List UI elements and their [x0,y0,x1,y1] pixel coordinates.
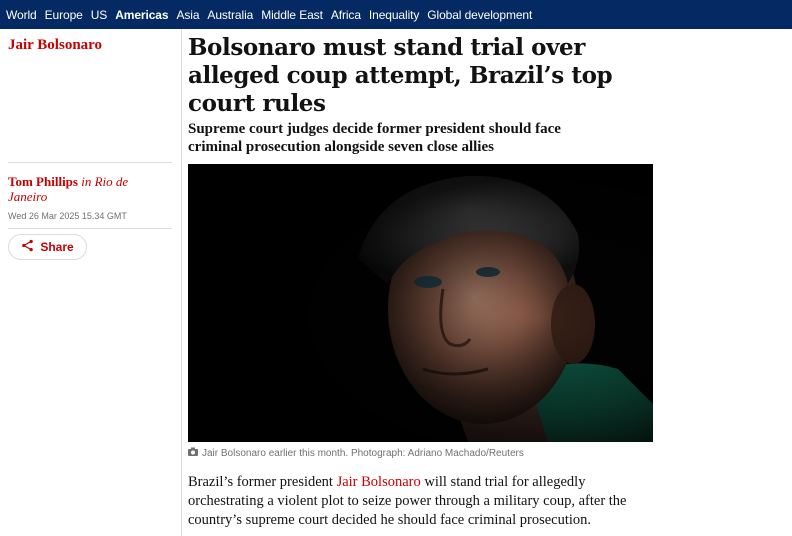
section-title-link[interactable]: Jair Bolsonaro [8,37,102,54]
photo-caption: Jair Bolsonaro earlier this month. Photo… [188,447,524,459]
column-divider [181,29,182,536]
byline: Tom Phillips in Rio de Janeiro [8,174,158,204]
top-nav: World Europe US Americas Asia Australia … [0,0,792,29]
share-icon [21,239,34,255]
nav-item-us[interactable]: US [91,8,108,22]
nav-item-asia[interactable]: Asia [176,8,199,22]
share-label: Share [40,240,74,254]
nav-item-americas[interactable]: Americas [115,8,168,22]
article-standfirst: Supreme court judges decide former presi… [188,121,561,155]
camera-icon [188,447,198,459]
nav-item-world[interactable]: World [6,8,37,22]
nav-item-inequality[interactable]: Inequality [369,8,419,22]
nav-item-middle-east[interactable]: Middle East [261,8,323,22]
body-link-jair-bolsonaro[interactable]: Jair Bolsonaro [337,474,421,490]
author-link[interactable]: Tom Phillips [8,174,78,189]
article-headline: Bolsonaro must stand trial over alleged … [188,34,613,117]
article-body-paragraph: Brazil’s former president Jair Bolsonaro… [188,473,658,530]
nav-item-global-development[interactable]: Global development [427,8,532,22]
nav-item-europe[interactable]: Europe [45,8,83,22]
portrait-photo [188,164,653,442]
article-main-photo [188,164,653,442]
nav-item-africa[interactable]: Africa [331,8,361,22]
byline-divider [8,162,172,163]
body-text-start: Brazil’s former president [188,474,337,490]
dateline: Wed 26 Mar 2025 15.34 GMT [8,211,127,221]
caption-text: Jair Bolsonaro earlier this month. Photo… [202,447,524,459]
dateline-divider [8,228,172,229]
article-meta-column: Jair Bolsonaro Tom Phillips in Rio de Ja… [0,29,181,536]
nav-item-australia[interactable]: Australia [207,8,253,22]
share-button[interactable]: Share [8,234,87,260]
